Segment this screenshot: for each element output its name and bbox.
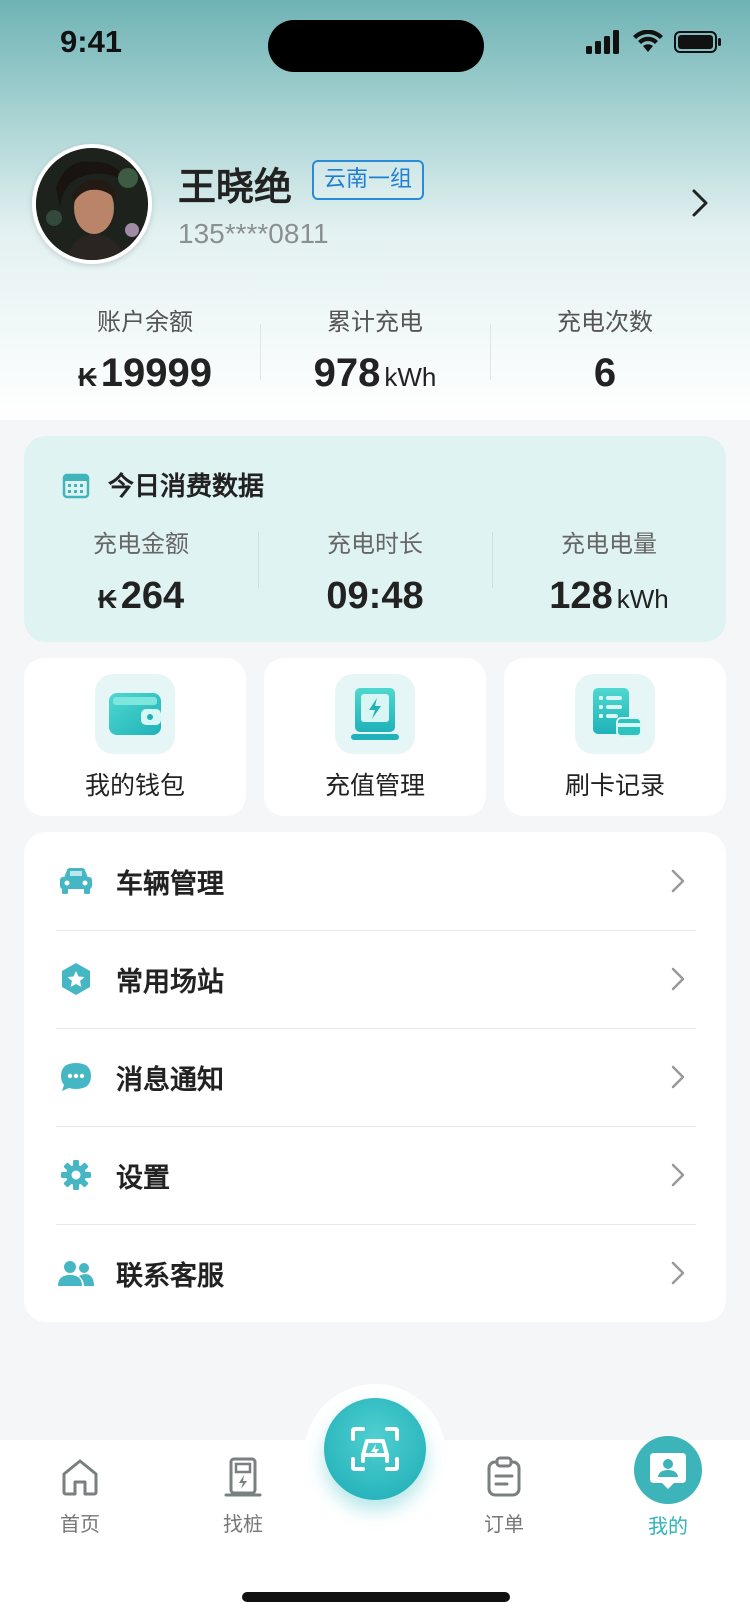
charger-icon-wrap — [335, 674, 415, 754]
menu-label: 车辆管理 — [116, 868, 224, 900]
card-record-icon — [593, 688, 642, 737]
avatar-photo — [36, 148, 148, 260]
today-stats: 充电金额 ₭ 264 充电时长 09:48 充电电量 128 kWh — [24, 524, 726, 618]
status-time: 9:41 — [60, 24, 123, 59]
chevron-right-icon[interactable] — [690, 188, 710, 218]
charger-icon — [351, 688, 399, 740]
quick-label: 我的钱包 — [84, 771, 185, 800]
today-charge-duration: 充电时长 09:48 — [258, 524, 492, 618]
currency-symbol: ₭ — [77, 362, 97, 392]
today-number: 264 — [120, 575, 185, 617]
menu-item-vehicle[interactable]: 车辆管理 — [56, 832, 696, 930]
today-label: 充电金额 — [93, 530, 189, 558]
menu-label: 常用场站 — [116, 966, 224, 998]
today-title: 今日消费数据 — [108, 472, 265, 502]
menu-label: 联系客服 — [116, 1260, 224, 1292]
stat-number: 6 — [593, 351, 617, 395]
stat-value: 6 — [490, 351, 720, 396]
dynamic-island — [268, 20, 484, 72]
chevron-right-icon — [671, 1261, 685, 1285]
find-pile-icon — [224, 1457, 262, 1497]
account-stats: 账户余额 ₭ 19999 累计充电 978 kWh 充电次数 6 — [30, 300, 720, 400]
user-phone: 135****0811 — [178, 218, 329, 249]
gear-icon — [56, 1155, 96, 1195]
user-name: 王晓绝 — [178, 165, 293, 209]
chevron-right-icon — [671, 1065, 685, 1089]
today-number: 09:48 — [326, 575, 424, 617]
tab-home[interactable]: 首页 — [30, 1456, 130, 1537]
today-label: 充电电量 — [561, 530, 657, 558]
today-label: 充电时长 — [327, 530, 423, 558]
today-charge-energy: 充电电量 128 kWh — [492, 524, 726, 618]
stat-charge-count[interactable]: 充电次数 6 — [490, 300, 720, 400]
quick-label: 刷卡记录 — [564, 771, 665, 800]
menu-item-customer-service[interactable]: 联系客服 — [56, 1224, 696, 1322]
wallet-icon-wrap — [95, 674, 175, 754]
scan-button[interactable] — [324, 1398, 426, 1500]
today-charge-amount: 充电金额 ₭ 264 — [24, 524, 258, 618]
stat-unit: kWh — [384, 362, 437, 392]
calendar-icon — [62, 473, 90, 498]
avatar[interactable] — [32, 144, 152, 264]
home-icon — [62, 1459, 98, 1496]
stat-value: ₭ 19999 — [30, 351, 260, 396]
stat-value: 978 kWh — [260, 351, 490, 396]
stat-balance[interactable]: 账户余额 ₭ 19999 — [30, 300, 260, 400]
menu-item-settings[interactable]: 设置 — [56, 1126, 696, 1224]
today-consumption-card: 今日消费数据 充电金额 ₭ 264 充电时长 09:48 充电电量 128 kWh — [24, 436, 726, 642]
today-title-row: 今日消费数据 — [62, 466, 264, 503]
stat-label: 累计充电 — [327, 308, 423, 336]
today-number: 128 — [549, 575, 613, 617]
chevron-right-icon — [671, 869, 685, 893]
cellular-signal-icon — [586, 30, 619, 54]
tab-find-pile[interactable]: 找桩 — [193, 1456, 293, 1537]
profile-icon — [650, 1453, 686, 1489]
tab-mine[interactable]: 我的 — [618, 1436, 718, 1539]
scan-icon — [351, 1427, 399, 1471]
stat-number: 19999 — [100, 351, 212, 395]
wallet-icon — [109, 693, 161, 735]
battery-icon — [674, 31, 721, 53]
wallet-button[interactable]: 我的钱包 — [24, 658, 246, 816]
today-value: 09:48 — [258, 575, 492, 618]
tab-orders[interactable]: 订单 — [454, 1456, 554, 1537]
card-record-button[interactable]: 刷卡记录 — [504, 658, 726, 816]
status-icons — [586, 30, 722, 54]
stat-label: 账户余额 — [97, 308, 193, 336]
menu-list: 车辆管理 常用场站 消息通知 设置 联系客服 — [24, 832, 726, 1322]
menu-label: 消息通知 — [116, 1064, 224, 1096]
stat-label: 充电次数 — [557, 308, 653, 336]
stat-total-charge[interactable]: 累计充电 978 kWh — [260, 300, 490, 400]
tab-label: 首页 — [60, 1512, 100, 1536]
wifi-icon — [633, 30, 663, 52]
today-unit: kWh — [616, 584, 669, 614]
car-icon — [56, 861, 96, 901]
chevron-right-icon — [671, 1163, 685, 1187]
stat-number: 978 — [313, 351, 381, 395]
recharge-manage-button[interactable]: 充值管理 — [264, 658, 486, 816]
order-icon — [487, 1456, 521, 1497]
message-icon — [56, 1057, 96, 1097]
currency-symbol: ₭ — [97, 584, 117, 614]
card-record-icon-wrap — [575, 674, 655, 754]
group-badge: 云南一组 — [312, 160, 425, 200]
star-station-icon — [56, 959, 96, 999]
today-value: 128 kWh — [492, 575, 726, 618]
users-icon — [56, 1253, 96, 1293]
tab-label: 我的 — [648, 1514, 688, 1538]
tab-label: 订单 — [484, 1512, 524, 1536]
status-bar: 9:41 — [0, 0, 750, 90]
menu-item-stations[interactable]: 常用场站 — [56, 930, 696, 1028]
quick-actions: 我的钱包 充值管理 刷卡记录 — [24, 658, 726, 816]
tab-label: 找桩 — [223, 1512, 263, 1536]
home-indicator — [242, 1592, 510, 1602]
chevron-right-icon — [671, 967, 685, 991]
quick-label: 充值管理 — [324, 771, 425, 800]
menu-label: 设置 — [116, 1162, 170, 1194]
menu-item-messages[interactable]: 消息通知 — [56, 1028, 696, 1126]
profile-icon-active — [634, 1436, 702, 1504]
today-value: ₭ 264 — [24, 575, 258, 618]
